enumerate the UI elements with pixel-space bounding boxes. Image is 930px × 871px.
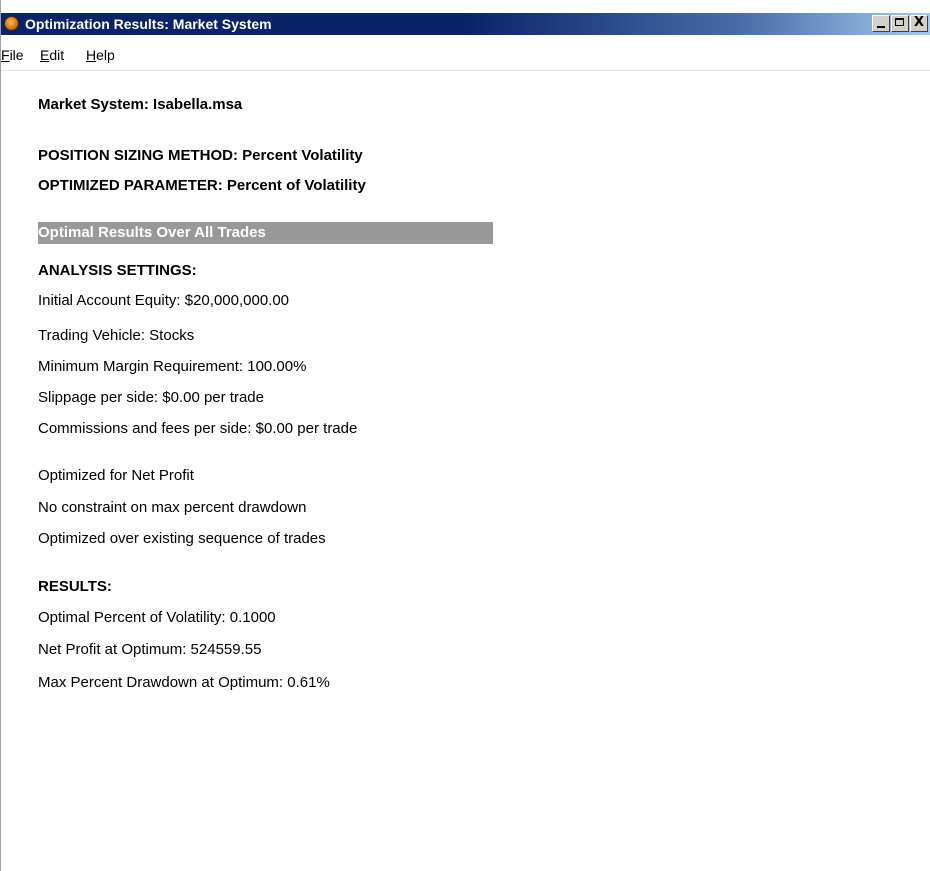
menu-file[interactable]: File xyxy=(1,47,24,63)
menu-file-mnemonic: F xyxy=(1,47,10,63)
margin-requirement: Minimum Margin Requirement: 100.00% xyxy=(38,358,307,375)
initial-equity: Initial Account Equity: $20,000,000.00 xyxy=(38,292,290,309)
maximize-icon xyxy=(895,18,904,26)
optimization-constraint: No constraint on max percent drawdown xyxy=(38,499,307,516)
section-banner: Optimal Results Over All Trades xyxy=(38,222,493,244)
menu-separator xyxy=(1,70,930,71)
optimization-results-window: Optimization Results: Market System X Fi… xyxy=(0,0,930,871)
menu-help-mnemonic: H xyxy=(86,47,97,63)
app-icon[interactable] xyxy=(4,16,19,31)
optimized-parameter: OPTIMIZED PARAMETER: Percent of Volatili… xyxy=(38,177,366,194)
slippage: Slippage per side: $0.00 per trade xyxy=(38,389,264,406)
menu-file-label: ile xyxy=(9,47,24,63)
menu-edit-label: dit xyxy=(49,47,65,63)
maximize-button[interactable] xyxy=(891,15,909,32)
minimize-icon xyxy=(877,26,885,28)
menu-bar: File Edit Help xyxy=(1,42,930,70)
menu-help-label: elp xyxy=(96,47,115,63)
results-heading: RESULTS: xyxy=(38,578,112,595)
trading-vehicle: Trading Vehicle: Stocks xyxy=(38,327,195,344)
analysis-settings-heading: ANALYSIS SETTINGS: xyxy=(38,262,197,279)
menu-help[interactable]: Help xyxy=(86,47,115,63)
net-profit: Net Profit at Optimum: 524559.55 xyxy=(38,641,262,658)
menu-edit-mnemonic: E xyxy=(40,47,50,63)
commissions: Commissions and fees per side: $0.00 per… xyxy=(38,420,358,437)
optimization-target: Optimized for Net Profit xyxy=(38,467,194,484)
market-system-label: Market System: Isabella.msa xyxy=(38,96,243,113)
close-icon: X xyxy=(913,15,925,30)
optimal-value: Optimal Percent of Volatility: 0.1000 xyxy=(38,609,276,626)
window-title: Optimization Results: Market System xyxy=(25,16,272,32)
max-drawdown: Max Percent Drawdown at Optimum: 0.61% xyxy=(38,674,330,691)
title-bar[interactable]: Optimization Results: Market System X xyxy=(1,13,930,35)
window-controls: X xyxy=(872,15,929,33)
minimize-button[interactable] xyxy=(872,15,890,32)
close-button[interactable]: X xyxy=(910,15,928,32)
optimization-sequence: Optimized over existing sequence of trad… xyxy=(38,530,326,547)
menu-edit[interactable]: Edit xyxy=(40,47,64,63)
position-sizing-method: POSITION SIZING METHOD: Percent Volatili… xyxy=(38,147,363,164)
